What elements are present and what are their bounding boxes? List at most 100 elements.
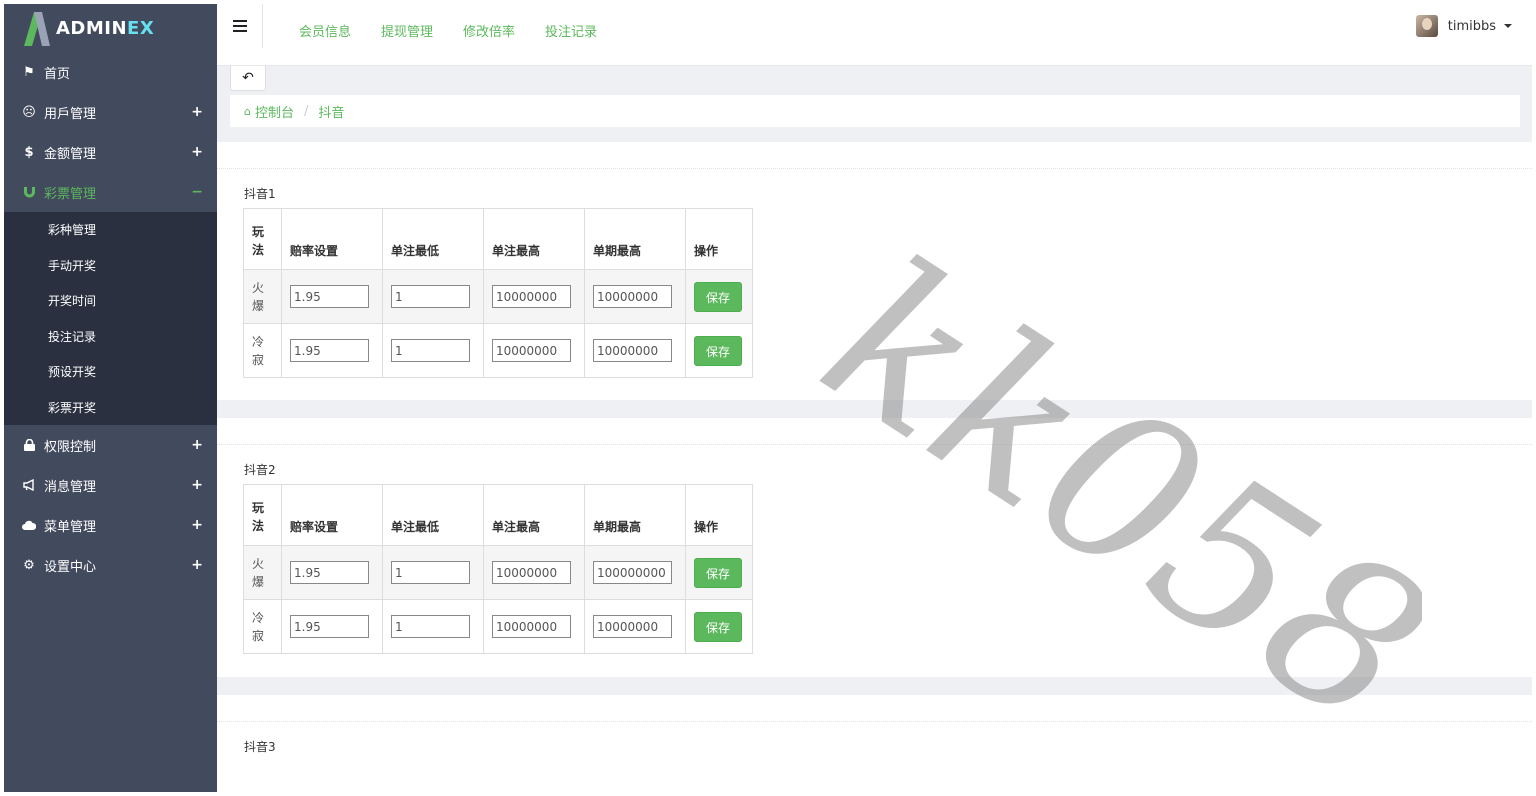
sidebar-item-finance[interactable]: $ 金额管理 +	[4, 132, 217, 172]
play-name: 火爆	[243, 545, 282, 600]
min-bet-input[interactable]	[391, 615, 470, 638]
cell	[281, 269, 383, 324]
expand-icon: +	[191, 104, 203, 120]
odds-table: 玩法 赔率设置 单注最低 单注最高 单期最高 操作 火爆 保存 冷寂	[243, 208, 753, 378]
column-header: 单期最高	[584, 484, 686, 546]
expand-icon: +	[191, 557, 203, 573]
cell	[483, 269, 585, 324]
user-menu[interactable]: timibbs	[1415, 15, 1512, 37]
breadcrumb-home[interactable]: 控制台	[255, 102, 294, 121]
table-row: 火爆 保存	[243, 269, 753, 324]
max-bet-input[interactable]	[492, 285, 571, 308]
min-bet-input[interactable]	[391, 285, 470, 308]
period-max-input[interactable]	[593, 561, 672, 584]
top-bar: 会员信息 提现管理 修改倍率 投注记录 timibbs	[217, 4, 1532, 66]
min-bet-input[interactable]	[391, 561, 470, 584]
main-content: ↶ ⌂ 控制台 / 抖音 抖音1 玩法 赔率设置 单注最低 单注最高 单期最高 …	[217, 66, 1532, 792]
home-icon: ⌂	[244, 104, 251, 118]
column-header: 单期最高	[584, 208, 686, 270]
max-bet-input[interactable]	[492, 615, 571, 638]
nav-modify-odds[interactable]: 修改倍率	[463, 21, 515, 40]
caret-down-icon	[1504, 24, 1512, 28]
column-header: 操作	[685, 208, 753, 270]
odds-input[interactable]	[290, 339, 369, 362]
cell	[483, 599, 585, 654]
cell: 保存	[685, 323, 753, 378]
sidebar-menu: ⚑ 首页 ☹ 用戶管理 + $ 金额管理 + 彩票管理 −	[4, 52, 217, 212]
save-button[interactable]: 保存	[694, 281, 742, 312]
dollar-icon: $	[24, 144, 34, 160]
odds-panel: 抖音1 玩法 赔率设置 单注最低 单注最高 单期最高 操作 火爆 保存	[217, 142, 1532, 400]
odds-table: 玩法 赔率设置 单注最低 单注最高 单期最高 操作 火爆 保存 冷寂	[243, 484, 753, 654]
sidebar-item-permissions[interactable]: 权限控制 +	[4, 425, 217, 465]
hamburger-icon	[232, 25, 247, 27]
cell	[382, 323, 484, 378]
back-button[interactable]: ↶	[230, 66, 266, 91]
cell	[483, 545, 585, 600]
nav-withdraw-management[interactable]: 提现管理	[381, 21, 433, 40]
nav-member-info[interactable]: 会员信息	[299, 21, 351, 40]
sidebar-item-users[interactable]: ☹ 用戶管理 +	[4, 92, 217, 132]
cell	[281, 545, 383, 600]
cell: 保存	[685, 269, 753, 324]
sidebar-item-home[interactable]: ⚑ 首页	[4, 52, 217, 92]
odds-input[interactable]	[290, 285, 369, 308]
submenu-item-lottery-draw[interactable]: 彩票开奖	[4, 390, 217, 426]
submenu-item-lottery-types[interactable]: 彩种管理	[4, 212, 217, 248]
cell	[382, 599, 484, 654]
cell	[584, 545, 686, 600]
nav-bet-records[interactable]: 投注记录	[545, 21, 597, 40]
column-header: 单注最高	[483, 484, 585, 546]
period-max-input[interactable]	[593, 285, 672, 308]
cell: 保存	[685, 545, 753, 600]
face-icon: ☹	[22, 104, 36, 120]
sidebar-item-lottery[interactable]: 彩票管理 −	[4, 172, 217, 212]
logo[interactable]: ADMINEX	[4, 4, 217, 52]
submenu-item-draw-time[interactable]: 开奖时间	[4, 283, 217, 319]
expand-icon: +	[191, 437, 203, 453]
column-header: 单注最低	[382, 208, 484, 270]
cell	[281, 599, 383, 654]
table-row: 火爆 保存	[243, 545, 753, 600]
breadcrumb-separator: /	[304, 103, 309, 119]
table-row: 冷寂 保存	[243, 599, 753, 654]
odds-input[interactable]	[290, 561, 369, 584]
save-button[interactable]: 保存	[694, 335, 742, 366]
expand-icon: +	[191, 517, 203, 533]
lottery-submenu: 彩种管理 手动开奖 开奖时间 投注记录 预设开奖 彩票开奖	[4, 212, 217, 425]
logo-icon	[24, 12, 50, 46]
breadcrumb: ⌂ 控制台 / 抖音	[230, 95, 1520, 127]
save-button[interactable]: 保存	[694, 611, 742, 642]
menu-toggle-button[interactable]	[217, 4, 263, 48]
app-window: ADMINEX ⚑ 首页 ☹ 用戶管理 + $ 金额管理 + 彩票管理 − 彩种…	[4, 4, 1532, 792]
column-header: 单注最低	[382, 484, 484, 546]
sidebar-item-messages[interactable]: 消息管理 +	[4, 465, 217, 505]
panel-title: 抖音3	[244, 740, 276, 754]
breadcrumb-current[interactable]: 抖音	[318, 102, 344, 121]
top-nav: 会员信息 提现管理 修改倍率 投注记录	[299, 21, 627, 40]
cell	[584, 323, 686, 378]
submenu-item-preset-draw[interactable]: 预设开奖	[4, 354, 217, 390]
panel-header	[217, 142, 1532, 169]
period-max-input[interactable]	[593, 339, 672, 362]
submenu-item-bet-records[interactable]: 投注记录	[4, 319, 217, 355]
save-button[interactable]: 保存	[694, 557, 742, 588]
odds-input[interactable]	[290, 615, 369, 638]
play-name: 冷寂	[243, 323, 282, 378]
max-bet-input[interactable]	[492, 339, 571, 362]
lock-icon	[22, 438, 36, 452]
sidebar-item-menus[interactable]: 菜单管理 +	[4, 505, 217, 545]
period-max-input[interactable]	[593, 615, 672, 638]
collapse-icon: −	[191, 184, 203, 200]
max-bet-input[interactable]	[492, 561, 571, 584]
cell	[584, 599, 686, 654]
table-row: 冷寂 保存	[243, 323, 753, 378]
cell	[382, 545, 484, 600]
expand-icon: +	[191, 144, 203, 160]
column-header: 赔率设置	[281, 208, 383, 270]
sidebar-item-settings[interactable]: ⚙ 设置中心 +	[4, 545, 217, 585]
min-bet-input[interactable]	[391, 339, 470, 362]
table-header-row: 玩法 赔率设置 单注最低 单注最高 单期最高 操作	[243, 208, 753, 270]
submenu-item-manual-draw[interactable]: 手动开奖	[4, 248, 217, 284]
panel-header	[217, 695, 1532, 722]
